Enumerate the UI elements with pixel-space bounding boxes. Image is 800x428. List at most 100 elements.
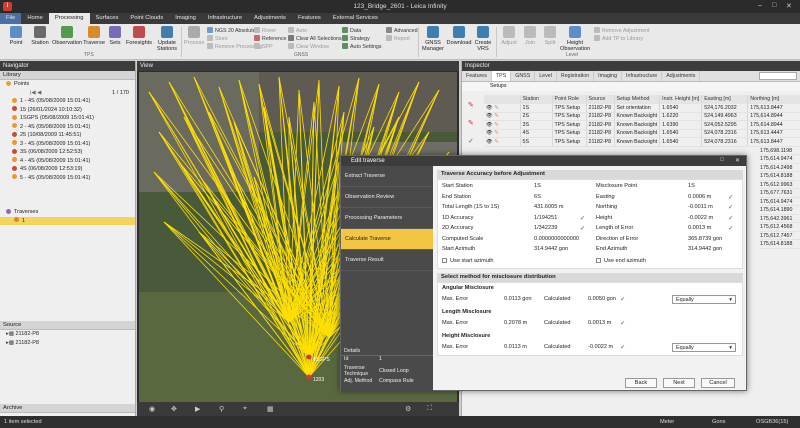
library-header[interactable]: Library	[0, 71, 135, 80]
list-item[interactable]: 2 - 4S (05/08/2009 15:01:41)	[0, 123, 135, 132]
station-1203-marker[interactable]	[306, 374, 312, 380]
dialog-close-icon[interactable]: ✕	[735, 157, 740, 164]
source-header[interactable]: Source	[0, 321, 135, 330]
list-item[interactable]: ▸▩ 21182-P8	[0, 339, 135, 348]
menu-processing[interactable]: Processing	[48, 13, 90, 24]
row-tools[interactable]: 👁 ✎	[484, 112, 521, 121]
setups-subtab[interactable]: Setups	[462, 82, 800, 91]
dialog-minimize-icon[interactable]: □	[720, 157, 724, 163]
row-tools[interactable]: 👁 ✎	[484, 137, 521, 147]
close-icon[interactable]: ✕	[786, 2, 792, 10]
tab-tps[interactable]: TPS	[491, 71, 512, 81]
tab-infrastructure[interactable]: Infrastructure	[622, 71, 663, 81]
table-row[interactable]: 👁 ✎ 4S TPS Setup 21182-P8 Known Backsight 1.6…	[484, 129, 800, 138]
tab-registration[interactable]: Registration	[557, 71, 595, 81]
list-item[interactable]: 5 - 4S (05/08/2009 15:01:41)	[0, 174, 135, 183]
height-observation-button[interactable]: Height Observation	[560, 26, 590, 52]
step-observation-review[interactable]: Observation Review	[341, 187, 433, 208]
row-tools[interactable]: 👁 ✎	[484, 120, 521, 130]
tab-level[interactable]: Level	[535, 71, 557, 81]
clear-window-item[interactable]: Clear Window	[288, 43, 329, 50]
split-button[interactable]: Split	[540, 26, 560, 46]
spp-item[interactable]: SPP	[254, 43, 273, 50]
settings-icon[interactable]: ⚙	[405, 405, 411, 413]
measure-icon[interactable]: ⌖	[243, 405, 247, 413]
use-end-azimuth-checkbox[interactable]: Use end azimuth	[596, 258, 646, 264]
eye-icon[interactable]: 👁	[486, 113, 493, 119]
column-header[interactable]: Northing [m]	[747, 95, 800, 104]
tab-adjustments[interactable]: Adjustments	[662, 71, 701, 81]
list-item[interactable]: 3 - 4S (05/08/2009 15:01:41)	[0, 140, 135, 149]
eye-icon[interactable]: 👁	[486, 139, 493, 145]
edit-icon[interactable]: ✎	[494, 122, 498, 128]
adjust-button[interactable]: Adjust	[498, 26, 520, 46]
table-row[interactable]: 👁 ✎ 3S TPS Setup 21182-P8 Known Backsight 1.6…	[484, 120, 800, 130]
menu-adjustments[interactable]: Adjustments	[248, 13, 292, 24]
tab-features[interactable]: Features	[462, 71, 492, 81]
table-row[interactable]: 👁 ✎ 2S TPS Setup 21182-P8 Known Backsight 1.6…	[484, 112, 800, 121]
column-header[interactable]: Point Role	[552, 95, 587, 104]
advanced-item[interactable]: Advanced	[386, 27, 418, 34]
rover-item[interactable]: Rover	[254, 27, 276, 34]
traverse-button[interactable]: Traverse	[82, 26, 106, 46]
angular-method-select[interactable]: Equally ▾	[672, 295, 736, 304]
strategy-item[interactable]: Strategy	[342, 35, 370, 42]
points-node[interactable]: Points	[0, 80, 135, 89]
menu-surfaces[interactable]: Surfaces	[90, 13, 125, 24]
gnss-manager-button[interactable]: GNSS Manager	[420, 26, 446, 52]
tab-gnss[interactable]: GNSS	[511, 71, 536, 81]
ngs-absolute-item[interactable]: NGS 20 Absolute	[207, 27, 256, 34]
list-item[interactable]: 15 (26/01/2024 10:10:32)	[0, 106, 135, 115]
eye-icon[interactable]: 👁	[486, 122, 493, 128]
table-row[interactable]: 👁 ✎ 5S TPS Setup 21182-P8 Known Backsight 1.6…	[484, 137, 800, 147]
station-1sgps-marker[interactable]	[306, 354, 312, 360]
auto-settings-item[interactable]: Auto Settings	[342, 43, 382, 50]
archive-header[interactable]: Archive	[0, 404, 135, 413]
use-start-azimuth-checkbox[interactable]: Use start azimuth	[442, 258, 494, 264]
edit-icon[interactable]: ✎	[494, 113, 498, 119]
step-calculate-traverse[interactable]: Calculate Traverse	[341, 229, 433, 250]
eye-icon[interactable]: 👁	[486, 105, 493, 111]
row-tools[interactable]: 👁 ✎	[484, 129, 521, 138]
cancel-button[interactable]: Cancel	[701, 378, 735, 388]
list-item[interactable]: 1 - 4S (05/08/2009 15:01:41)	[0, 97, 135, 106]
column-header[interactable]: Source	[586, 95, 615, 104]
height-method-select[interactable]: Equally ▾	[672, 343, 736, 352]
reference-item[interactable]: Reference	[254, 35, 286, 42]
clear-all-selections-item[interactable]: Clear All Selections	[288, 35, 342, 42]
globe-icon[interactable]: ◉	[149, 405, 155, 413]
tab-imaging[interactable]: Imaging	[594, 71, 623, 81]
column-header[interactable]: Setup Method	[614, 95, 661, 104]
menu-external-services[interactable]: External Services	[327, 13, 384, 24]
eye-icon[interactable]: 👁	[486, 130, 493, 136]
list-item[interactable]: 25 (10/08/2009 11:45:51)	[0, 131, 135, 140]
list-item[interactable]: 4 - 4S (05/08/2009 15:01:41)	[0, 157, 135, 166]
column-header[interactable]: Easting [m]	[701, 95, 749, 104]
checkbox-box[interactable]	[596, 258, 601, 263]
process-button[interactable]: Process	[184, 26, 204, 46]
maximize-icon[interactable]: □	[772, 2, 776, 9]
table-row[interactable]: 👁 ✎ 1S TPS Setup 21182-P8 Set orientation 1.6…	[484, 103, 800, 113]
observation-button[interactable]: Observation	[52, 26, 82, 46]
column-header[interactable]: Instr. Height [m]	[659, 95, 703, 104]
add-tp-item[interactable]: Add TP to Library	[594, 35, 643, 42]
pager-arrows-icon[interactable]: |◀ ◀	[30, 90, 41, 96]
minimize-icon[interactable]: –	[758, 2, 762, 9]
menu-home[interactable]: Home	[21, 13, 48, 24]
length-unit[interactable]: Meter	[660, 419, 674, 425]
checkbox-box[interactable]	[442, 258, 447, 263]
download-button[interactable]: Download	[446, 26, 472, 46]
traverse-item[interactable]: 1	[0, 216, 135, 225]
list-item[interactable]: 1SGPS (05/08/2009 15:01:41)	[0, 114, 135, 123]
edit-icon[interactable]: ✎	[494, 130, 498, 136]
menu-imaging[interactable]: Imaging	[169, 13, 202, 24]
menu-features[interactable]: Features	[292, 13, 327, 24]
setup-tool-icon[interactable]: ✎	[468, 119, 474, 127]
menu-file[interactable]: File	[0, 13, 22, 24]
report-item[interactable]: Report	[386, 35, 410, 42]
remove-adjustment-item[interactable]: Remove Adjustment	[594, 27, 649, 34]
traverses-node[interactable]: Traverses	[0, 208, 135, 217]
accept-icon[interactable]: ✓	[468, 137, 474, 145]
coordinate-system[interactable]: OSGB36(15)	[756, 419, 788, 425]
edit-icon[interactable]: ✎	[494, 105, 498, 111]
